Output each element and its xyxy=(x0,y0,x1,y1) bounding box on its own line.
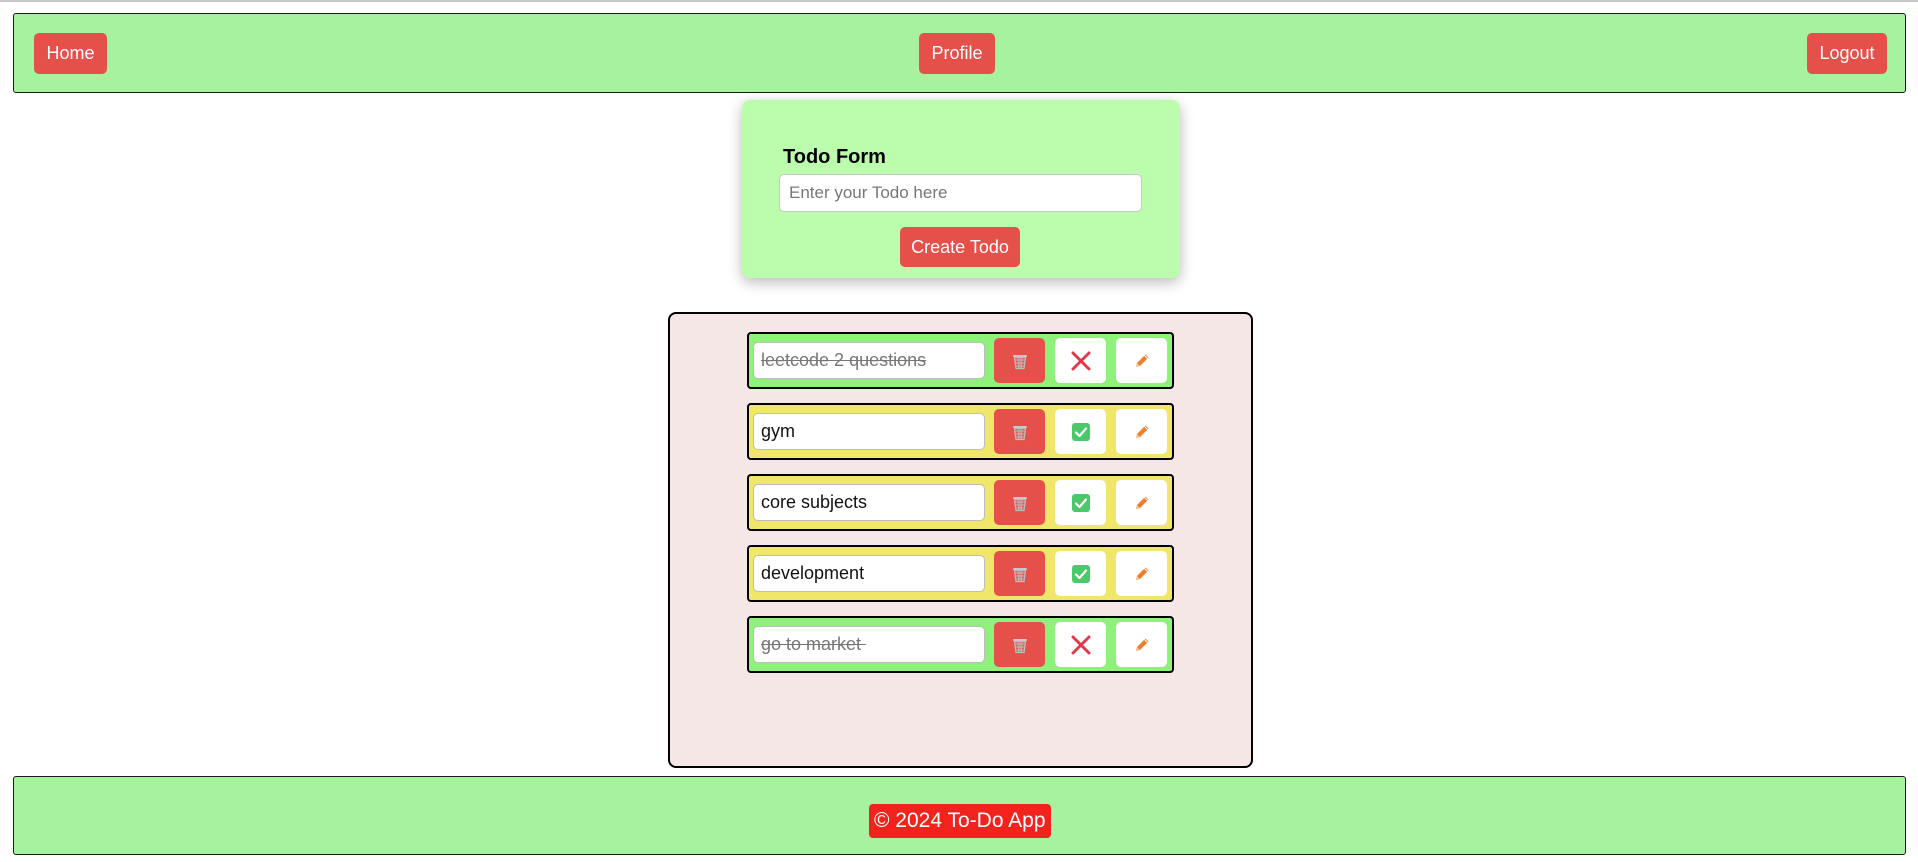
delete-button[interactable] xyxy=(994,551,1045,596)
wastebasket-icon xyxy=(1010,564,1030,584)
footer: © 2024 To-Do App xyxy=(13,776,1906,855)
todo-row xyxy=(747,474,1174,531)
todo-row xyxy=(747,616,1174,673)
todo-text[interactable] xyxy=(753,413,985,450)
navbar: Home Profile Logout xyxy=(13,13,1906,93)
edit-button[interactable] xyxy=(1116,551,1167,596)
x-icon xyxy=(1070,634,1092,656)
delete-button[interactable] xyxy=(994,480,1045,525)
pencil-icon xyxy=(1132,493,1152,513)
todo-text[interactable] xyxy=(753,484,985,521)
complete-button[interactable] xyxy=(1055,480,1106,525)
delete-button[interactable] xyxy=(994,622,1045,667)
delete-button[interactable] xyxy=(994,338,1045,383)
x-icon xyxy=(1070,350,1092,372)
pencil-icon xyxy=(1132,635,1152,655)
checkbox-check-icon xyxy=(1071,493,1090,512)
footer-copyright: © 2024 To-Do App xyxy=(869,804,1051,838)
todo-row xyxy=(747,332,1174,389)
profile-button[interactable]: Profile xyxy=(919,33,995,74)
todo-text[interactable] xyxy=(753,342,985,379)
top-divider xyxy=(0,0,1918,2)
checkbox-check-icon xyxy=(1071,564,1090,583)
checkbox-check-icon xyxy=(1071,422,1090,441)
wastebasket-icon xyxy=(1010,493,1030,513)
edit-button[interactable] xyxy=(1116,338,1167,383)
home-button[interactable]: Home xyxy=(34,33,107,74)
logout-button[interactable]: Logout xyxy=(1807,33,1887,74)
undo-complete-button[interactable] xyxy=(1055,622,1106,667)
create-todo-button[interactable]: Create Todo xyxy=(900,227,1020,267)
complete-button[interactable] xyxy=(1055,551,1106,596)
edit-button[interactable] xyxy=(1116,480,1167,525)
form-title: Todo Form xyxy=(783,146,886,168)
pencil-icon xyxy=(1132,564,1152,584)
todo-text[interactable] xyxy=(753,626,985,663)
edit-button[interactable] xyxy=(1116,409,1167,454)
wastebasket-icon xyxy=(1010,422,1030,442)
todo-row xyxy=(747,545,1174,602)
todo-text[interactable] xyxy=(753,555,985,592)
undo-complete-button[interactable] xyxy=(1055,338,1106,383)
wastebasket-icon xyxy=(1010,351,1030,371)
pencil-icon xyxy=(1132,351,1152,371)
todo-row xyxy=(747,403,1174,460)
complete-button[interactable] xyxy=(1055,409,1106,454)
todo-form: Todo Form Create Todo xyxy=(742,100,1180,278)
edit-button[interactable] xyxy=(1116,622,1167,667)
todo-input[interactable] xyxy=(779,174,1142,212)
delete-button[interactable] xyxy=(994,409,1045,454)
pencil-icon xyxy=(1132,422,1152,442)
wastebasket-icon xyxy=(1010,635,1030,655)
todo-list xyxy=(668,312,1253,768)
